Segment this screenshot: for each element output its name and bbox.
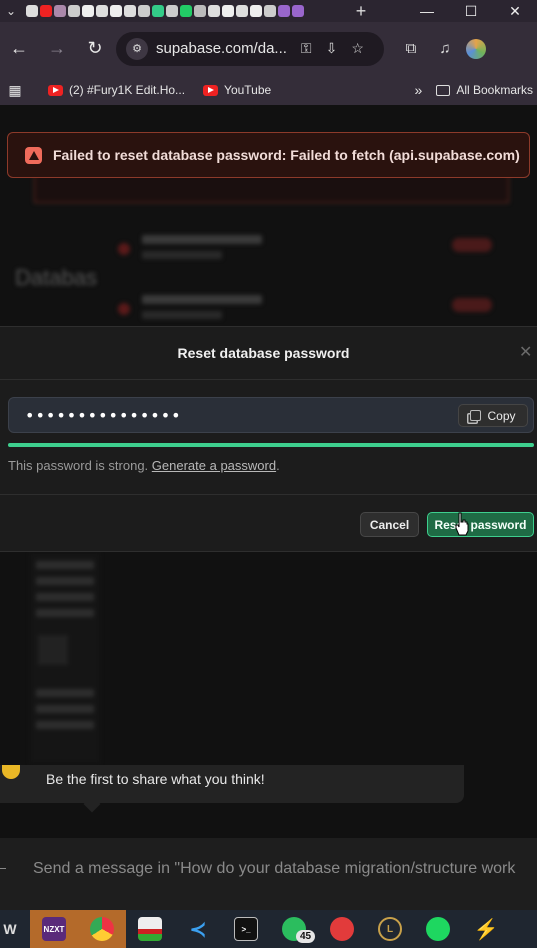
copy-label: Copy — [487, 408, 516, 423]
spotify-icon — [426, 917, 450, 941]
minimize-icon[interactable]: — — [405, 3, 449, 20]
modal-header: Reset database password ✕ — [0, 327, 537, 380]
message-input[interactable]: Send a message in "How do your database … — [33, 860, 515, 878]
generate-password-link[interactable]: Generate a password — [152, 458, 276, 473]
forward-button[interactable]: → — [38, 38, 76, 59]
address-bar[interactable]: ⚙ supabase.com/da... ⚿ ⇩ ☆ — [116, 31, 384, 66]
chrome-icon — [90, 917, 114, 941]
background-list-item — [110, 225, 530, 275]
vscode-icon: ≺ — [189, 918, 207, 941]
error-toast: Failed to reset database password: Faile… — [7, 132, 530, 178]
tab-search-chevron-icon[interactable]: ⌄ — [0, 0, 22, 22]
taskbar-riot-client[interactable] — [318, 910, 366, 948]
modal-title: Reset database password — [177, 345, 350, 361]
cancel-button[interactable]: Cancel — [360, 512, 419, 537]
bookmark-item-fury[interactable]: (2) #Fury1K Edit.Ho... — [48, 83, 185, 97]
taskbar-whatsapp[interactable]: 45 — [270, 910, 318, 948]
background-section-title: Databas — [15, 265, 97, 290]
reset-password-button[interactable]: Reset password — [427, 512, 534, 537]
taskbar-vscode[interactable]: ≺ — [174, 910, 222, 948]
message-composer[interactable]: Send a message in "How do your database … — [0, 838, 537, 910]
url-text[interactable]: supabase.com/da... — [156, 40, 287, 57]
apps-grid-icon[interactable]: ▦ — [0, 82, 30, 99]
pinned-tab-favicons[interactable] — [26, 5, 304, 17]
maximize-icon[interactable]: ☐ — [449, 3, 493, 20]
all-bookmarks-button[interactable]: All Bookmarks — [436, 83, 533, 97]
close-window-icon[interactable]: ✕ — [493, 3, 537, 20]
bookmarks-bar: ▦ (2) #Fury1K Edit.Ho... YouTube » All B… — [0, 75, 537, 105]
reload-button[interactable]: ↻ — [76, 38, 114, 59]
whatsapp-badge: 45 — [296, 930, 316, 943]
site-info-icon[interactable]: ⚙ — [126, 37, 148, 60]
taskbar: W NZXT ≺ >_ 45 L ⚡ — [0, 910, 537, 948]
extensions-icon[interactable]: ⧉ — [394, 40, 428, 57]
hand-cursor-icon — [455, 512, 469, 536]
w-app-icon: W — [3, 921, 17, 937]
close-icon[interactable]: ✕ — [519, 342, 532, 362]
strength-text: This password is strong. — [8, 458, 149, 473]
all-bookmarks-label: All Bookmarks — [456, 83, 533, 97]
password-strength-meter — [8, 443, 534, 447]
taskbar-terminal[interactable]: >_ — [222, 910, 270, 948]
taskbar-spotify[interactable] — [414, 910, 462, 948]
folder-icon — [436, 84, 451, 96]
taskbar-zap-app[interactable]: ⚡ — [462, 910, 510, 948]
background-error-box — [34, 175, 509, 203]
taskbar-app-window[interactable] — [126, 910, 174, 948]
more-bookmarks-button[interactable]: » — [415, 82, 423, 98]
profile-avatar[interactable] — [466, 38, 486, 59]
media-control-icon[interactable]: ♫ — [428, 40, 462, 57]
riot-client-icon — [330, 917, 354, 941]
taskbar-chrome[interactable] — [78, 910, 126, 948]
emoji-icon — [2, 765, 20, 779]
background-card — [30, 553, 100, 763]
password-value[interactable]: ••••••••••••••• — [25, 406, 182, 425]
tab-strip: ⌄ + — ☐ ✕ — [0, 0, 537, 22]
taskbar-w-app[interactable]: W — [0, 910, 20, 948]
lightning-icon: ⚡ — [473, 918, 499, 941]
new-tab-button[interactable]: + — [350, 1, 372, 22]
youtube-icon — [48, 84, 63, 96]
bookmark-star-icon[interactable]: ☆ — [351, 40, 364, 57]
alert-triangle-icon — [25, 146, 42, 164]
password-strength-message: This password is strong. Generate a pass… — [8, 458, 280, 473]
league-of-legends-icon: L — [378, 917, 402, 941]
taskbar-league-of-legends[interactable]: L — [366, 910, 414, 948]
app-window-icon — [138, 917, 162, 941]
bookmark-label: (2) #Fury1K Edit.Ho... — [69, 83, 186, 97]
copy-icon — [470, 410, 482, 421]
toolbar: ← → ↻ ⚙ supabase.com/da... ⚿ ⇩ ☆ ⧉ ♫ — [0, 22, 537, 75]
password-strength-fill — [8, 443, 534, 447]
password-key-icon[interactable]: ⚿ — [301, 40, 312, 57]
back-button[interactable]: ← — [0, 38, 38, 59]
taskbar-nzxt[interactable]: NZXT — [30, 910, 78, 948]
feedback-text: Be the first to share what you think! — [46, 771, 265, 787]
feedback-bubble: Be the first to share what you think! — [0, 765, 464, 803]
terminal-icon: >_ — [234, 917, 258, 941]
nzxt-icon: NZXT — [42, 917, 66, 941]
composer-divider — [0, 868, 6, 869]
install-app-icon[interactable]: ⇩ — [326, 40, 338, 57]
youtube-icon — [203, 84, 219, 96]
copy-button[interactable]: Copy — [458, 404, 528, 427]
bookmark-item-youtube[interactable]: YouTube — [203, 83, 271, 97]
toast-message: Failed to reset database password: Faile… — [53, 147, 520, 163]
strength-suffix: . — [276, 458, 280, 473]
modal-footer-divider — [0, 494, 537, 495]
bookmark-label: YouTube — [224, 83, 272, 97]
password-input[interactable]: ••••••••••••••• Copy — [8, 397, 534, 433]
